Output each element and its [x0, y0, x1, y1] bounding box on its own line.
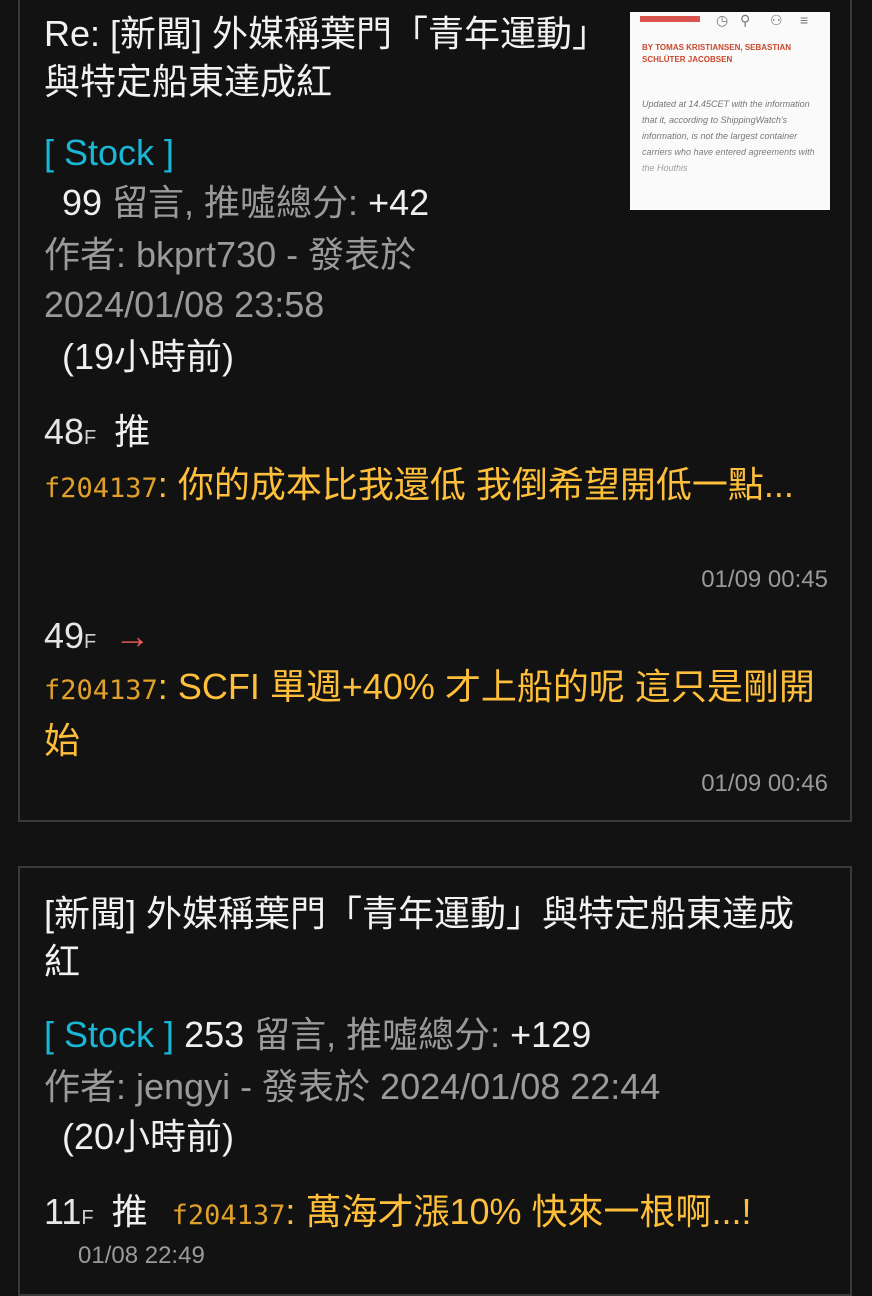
posted-ago: (19小時前): [62, 336, 235, 377]
post-card[interactable]: Re: [新聞] 外媒稱葉門「青年運動」與特定船東達成紅 ◷ ⚲ ⚇ ≡ BY …: [18, 0, 852, 822]
floor-number: 49: [44, 615, 85, 656]
arrow-tag: →: [114, 615, 151, 656]
floor-number: 48: [44, 411, 85, 452]
comment-user[interactable]: f204137: [44, 675, 158, 706]
push-tag: 推: [114, 411, 151, 452]
comment-time: 01/08 22:49: [78, 1242, 205, 1269]
article-thumbnail[interactable]: ◷ ⚲ ⚇ ≡ BY TOMAS KRISTIANSEN, SEBASTIAN …: [630, 12, 830, 210]
post-title[interactable]: [新聞] 外媒稱葉門「青年運動」與特定船東達成紅: [44, 890, 824, 986]
thumbnail-byline: BY TOMAS KRISTIANSEN, SEBASTIAN SCHLÜTER…: [642, 43, 792, 64]
comment-text: 萬海才漲10% 快來一根啊...!: [305, 1191, 752, 1232]
comments-label: 留言, 推噓總分:: [102, 182, 369, 223]
posted-date: 2024/01/08 23:58: [44, 284, 325, 325]
score: +129: [510, 1014, 592, 1055]
comment-text: SCFI 單週+40% 才上船的呢 這只是剛開始: [44, 666, 815, 761]
board-tag[interactable]: [ Stock ]: [44, 128, 174, 178]
comment-time: 01/09 00:45: [701, 566, 828, 593]
push-tag: 推: [111, 1191, 148, 1232]
site-logo: [640, 16, 700, 22]
floor-suffix: F: [84, 427, 97, 449]
post-title[interactable]: Re: [新聞] 外媒稱葉門「青年運動」與特定船東達成紅: [44, 10, 604, 106]
comment-text: 你的成本比我還低 我倒希望開低一點...: [177, 464, 794, 505]
floor-suffix: F: [81, 1207, 94, 1229]
board-and-stats: [ Stock ] 253 留言, 推噓總分: +129: [44, 1010, 591, 1060]
comments-count: 99: [62, 182, 103, 223]
comment-text-block[interactable]: f204137: 你的成本比我還低 我倒希望開低一點...: [44, 460, 834, 514]
comment-stats: 99 留言, 推噓總分: +42: [62, 178, 429, 228]
board-name[interactable]: [ Stock ]: [44, 132, 174, 173]
floor-suffix: F: [84, 631, 97, 653]
comment-user[interactable]: f204137: [172, 1200, 286, 1231]
thumbnail-fade: [630, 150, 830, 210]
comment-text-block[interactable]: f204137: SCFI 單週+40% 才上船的呢 這只是剛開始: [44, 662, 834, 766]
author-line: 作者: jengyi - 發表於 2024/01/08 22:44: [44, 1066, 661, 1107]
floor-label: 48F 推: [44, 410, 150, 460]
clock-icon: ◷: [716, 12, 729, 28]
comment-time: 01/09 00:46: [701, 770, 828, 797]
user-icon: ⚇: [770, 12, 783, 28]
comment-user[interactable]: f204137: [44, 473, 158, 504]
score: +42: [368, 182, 430, 223]
comment-row[interactable]: 11F 推 f204137: 萬海才漲10% 快來一根啊...!: [44, 1190, 844, 1240]
floor-number: 11: [44, 1191, 82, 1232]
menu-icon: ≡: [800, 12, 809, 28]
comments-label: 留言, 推噓總分:: [244, 1014, 511, 1055]
search-icon: ⚲: [740, 12, 751, 28]
board-name[interactable]: [ Stock ]: [44, 1014, 174, 1055]
posted-ago: (20小時前): [62, 1116, 235, 1157]
floor-label: 49F →: [44, 614, 150, 664]
comments-count: 253: [184, 1014, 245, 1055]
post-card[interactable]: [新聞] 外媒稱葉門「青年運動」與特定船東達成紅 [ Stock ] 253 留…: [18, 866, 852, 1296]
author-line: 作者: bkprt730 - 發表於: [44, 234, 417, 275]
